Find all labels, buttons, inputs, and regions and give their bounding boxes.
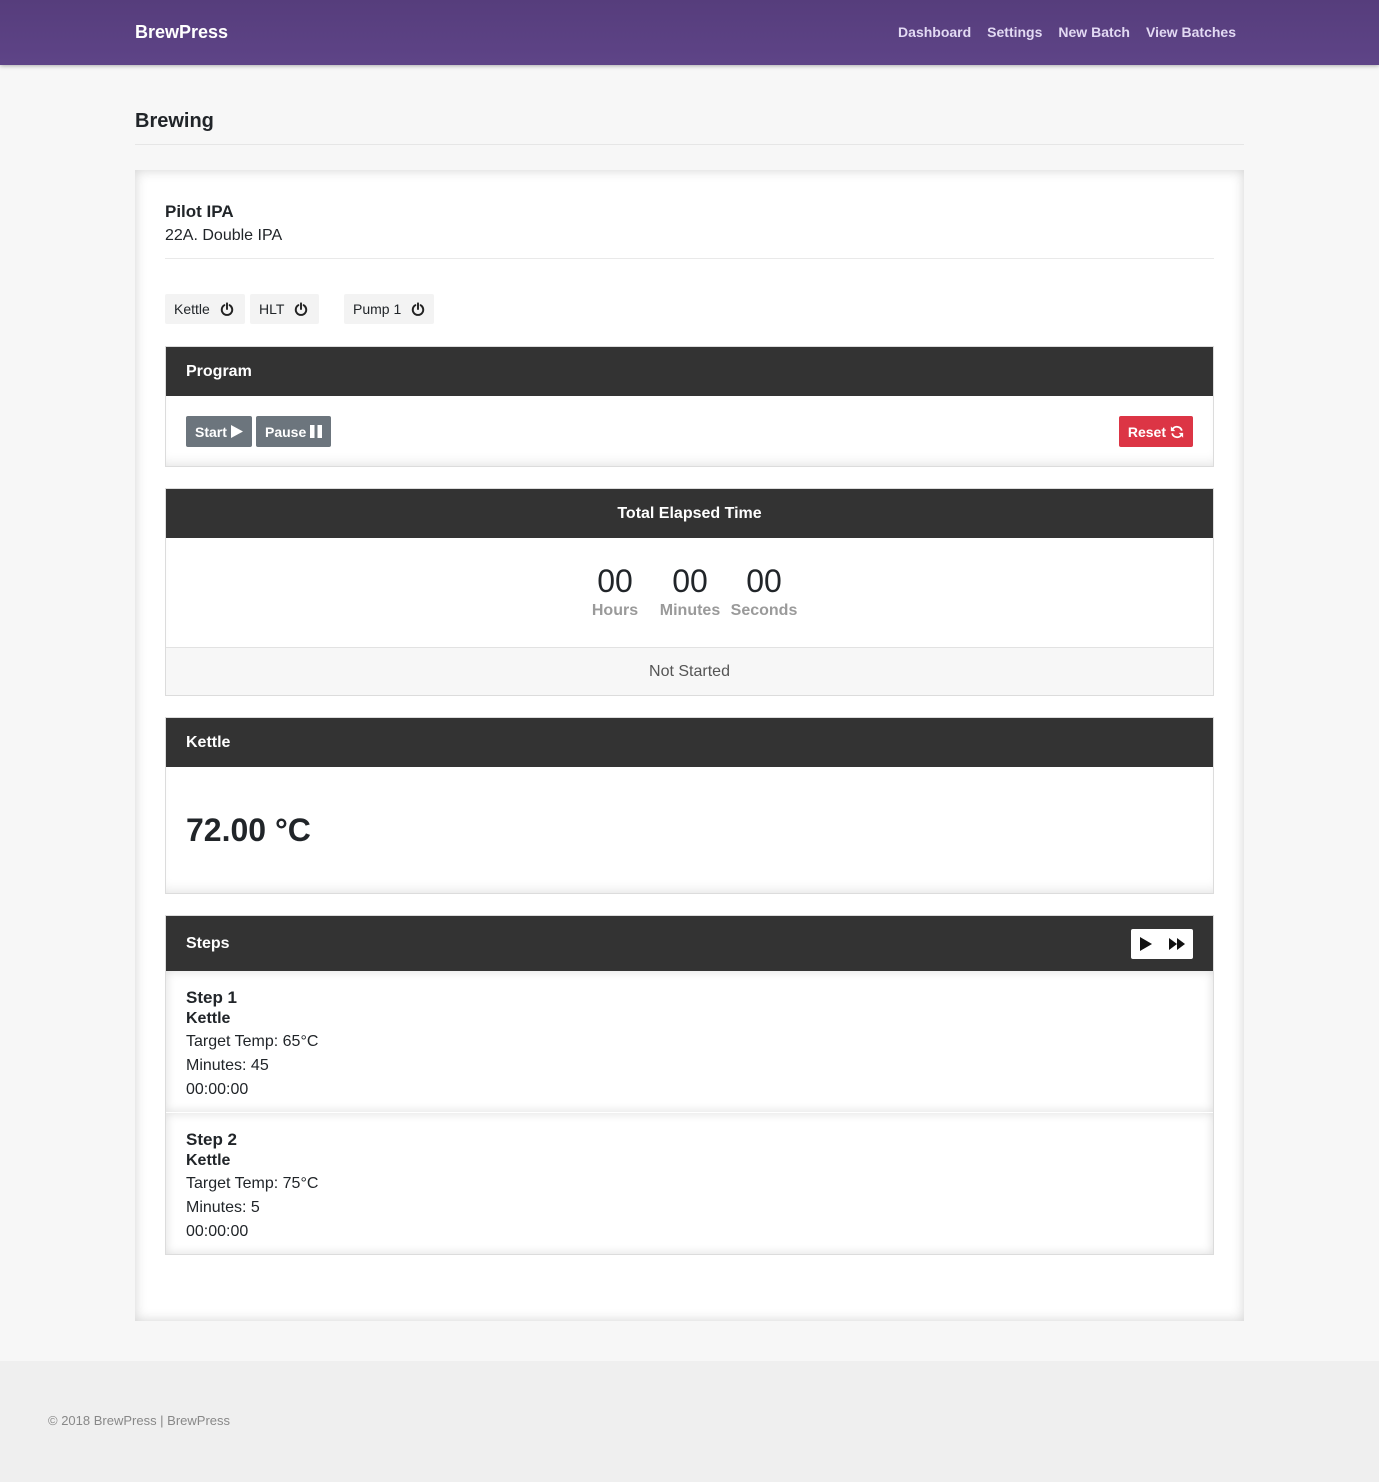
step-minutes: Minutes: 45 — [186, 1057, 269, 1074]
step-item[interactable]: Step 1 Kettle Target Temp: 65°C Minutes:… — [166, 971, 1213, 1112]
top-navbar: BrewPress Dashboard Settings New Batch V… — [0, 0, 1379, 65]
step-target-temp: Target Temp: 75°C — [186, 1175, 319, 1192]
step-title: Step 1 — [186, 988, 238, 1007]
kettle-panel-title: Kettle — [166, 718, 1213, 767]
step-vessel: Kettle — [186, 1010, 231, 1027]
pause-button[interactable]: Pause — [256, 416, 332, 447]
step-title: Step 2 — [186, 1130, 238, 1149]
program-panel-title: Program — [166, 347, 1213, 396]
play-icon — [230, 425, 243, 438]
step-target-temp: Target Temp: 65°C — [186, 1033, 319, 1050]
program-status: Not Started — [166, 647, 1213, 695]
steps-panel: Steps Step 1 Kettle Target Temp: 65°C Mi… — [165, 915, 1214, 1255]
power-icon — [412, 302, 425, 316]
toggle-label: Kettle — [174, 301, 210, 317]
batch-style: 22A. Double IPA — [165, 227, 283, 244]
step-timer: 00:00:00 — [186, 1223, 249, 1240]
seconds-counter: 00 Seconds — [724, 562, 804, 620]
steps-panel-title: Steps — [186, 934, 230, 952]
play-step-icon[interactable] — [1139, 937, 1153, 951]
step-controls — [1131, 929, 1193, 959]
toggle-label: HLT — [259, 301, 285, 317]
page-title: Brewing — [135, 110, 214, 132]
nav-link-settings[interactable]: Settings — [987, 24, 1042, 40]
step-minutes: Minutes: 5 — [186, 1199, 260, 1216]
refresh-icon — [1170, 425, 1184, 438]
pump1-power-toggle[interactable]: Pump 1 — [344, 294, 434, 324]
hlt-power-toggle[interactable]: HLT — [250, 294, 319, 324]
minutes-counter: 00 Minutes — [650, 562, 730, 620]
program-panel: Program Start Pause Reset — [165, 346, 1214, 467]
elapsed-time-title: Total Elapsed Time — [166, 489, 1213, 538]
nav-link-new-batch[interactable]: New Batch — [1058, 24, 1130, 40]
power-icon — [220, 302, 234, 316]
toggle-label: Pump 1 — [353, 301, 402, 317]
start-button[interactable]: Start — [186, 416, 252, 447]
title-divider — [135, 144, 1244, 145]
seconds-label: Seconds — [730, 602, 798, 619]
step-item[interactable]: Step 2 Kettle Target Temp: 75°C Minutes:… — [166, 1113, 1213, 1254]
batch-divider — [165, 258, 1214, 259]
nav-link-view-batches[interactable]: View Batches — [1146, 24, 1236, 40]
kettle-panel: Kettle 72.00 °C — [165, 717, 1214, 894]
hours-counter: 00 Hours — [575, 562, 655, 620]
skip-step-icon[interactable] — [1169, 938, 1185, 950]
brand-logo[interactable]: BrewPress — [135, 22, 228, 43]
steps-panel-header: Steps — [166, 916, 1213, 971]
kettle-temperature: 72.00 °C — [186, 812, 311, 848]
step-vessel: Kettle — [186, 1152, 231, 1169]
page-footer: © 2018 BrewPress | BrewPress — [0, 1361, 1379, 1482]
reset-button[interactable]: Reset — [1118, 416, 1193, 447]
kettle-power-toggle[interactable]: Kettle — [165, 294, 245, 324]
footer-copyright: © 2018 BrewPress | BrewPress — [48, 1413, 231, 1428]
power-icon — [295, 302, 308, 316]
pause-icon — [310, 425, 323, 438]
nav-links: Dashboard Settings New Batch View Batche… — [898, 24, 1236, 40]
elapsed-time-panel: Total Elapsed Time 00 Hours 00 Minutes 0… — [165, 488, 1214, 696]
nav-link-dashboard[interactable]: Dashboard — [898, 24, 971, 40]
hours-label: Hours — [591, 602, 639, 619]
minutes-label: Minutes — [659, 602, 721, 619]
step-timer: 00:00:00 — [186, 1081, 249, 1098]
brewing-card: Pilot IPA 22A. Double IPA Kettle HLT Pum… — [135, 170, 1244, 1321]
seconds-value: 00 — [746, 563, 782, 599]
batch-name: Pilot IPA — [165, 202, 234, 221]
hours-value: 00 — [597, 563, 633, 599]
minutes-value: 00 — [672, 563, 708, 599]
